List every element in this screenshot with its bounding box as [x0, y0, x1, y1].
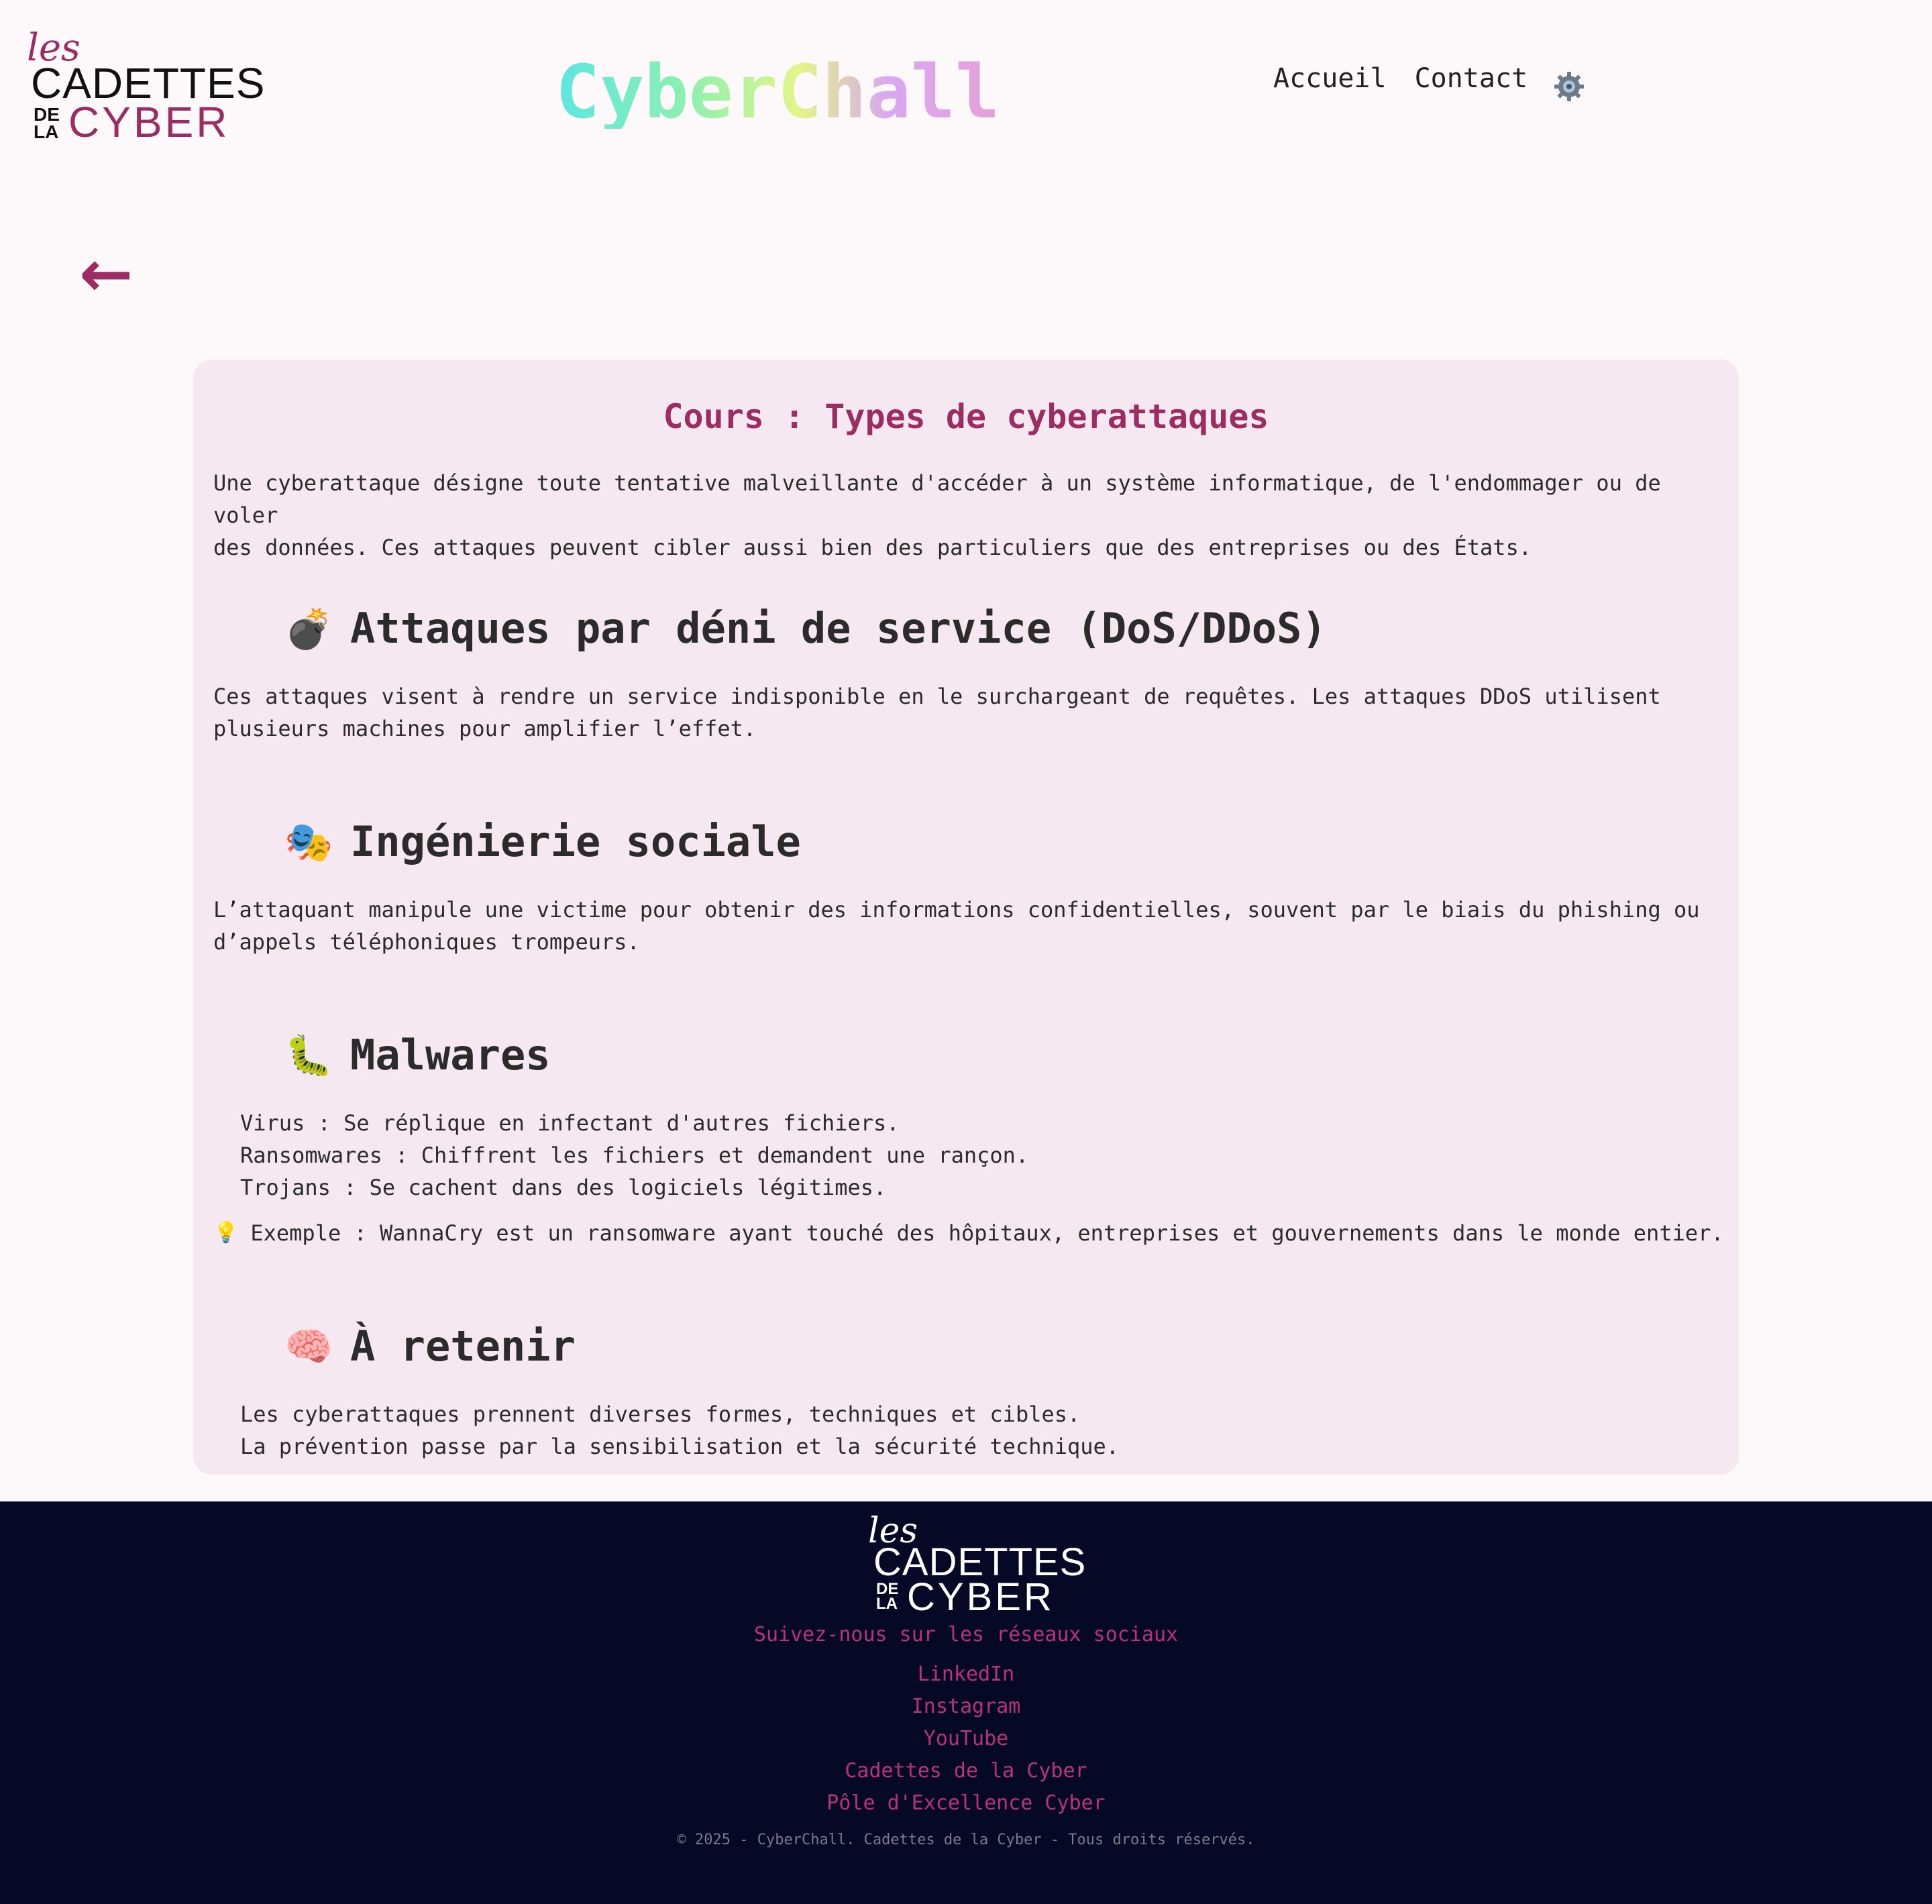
section-heading-dos: 💣 Attaques par déni de service (DoS/DDoS…: [284, 608, 1327, 649]
example-tip-text: Exemple : WannaCry est un ransomware aya…: [250, 1220, 1724, 1246]
logo-de-la-text: DE LA: [34, 105, 67, 142]
pole-excellence-link[interactable]: Pôle d'Excellence Cyber: [0, 1787, 1932, 1819]
course-title: Cours : Types de cyberattaques: [663, 397, 1269, 436]
example-tip: 💡 Exemple : WannaCry est un ransomware a…: [213, 1217, 1724, 1249]
course-intro: Une cyberattaque désigne toute tentative…: [213, 467, 1716, 564]
instagram-link[interactable]: Instagram: [0, 1691, 1932, 1723]
list-item: Virus : Se réplique en infectant d'autre…: [240, 1110, 900, 1136]
youtube-link[interactable]: YouTube: [0, 1723, 1932, 1755]
section-line: Ces attaques visent à rendre un service …: [213, 684, 1661, 709]
logo-cyber-text: CYBER: [68, 98, 230, 146]
bomb-icon: 💣: [284, 606, 333, 651]
back-arrow-icon[interactable]: ←: [79, 242, 133, 306]
remember-list: Les cyberattaques prennent diverses form…: [240, 1398, 1119, 1463]
intro-line-1: Une cyberattaque désigne toute tentative…: [213, 470, 1661, 528]
nav-contact-link[interactable]: Contact: [1415, 63, 1528, 94]
section-line: d’appels téléphoniques trompeurs.: [213, 929, 640, 955]
list-item: Les cyberattaques prennent diverses form…: [240, 1401, 1081, 1427]
footer-logo-cyber: CYBER: [907, 1575, 1055, 1619]
intro-line-2: des données. Ces attaques peuvent cibler…: [213, 535, 1532, 560]
section-heading-remember: 🧠 À retenir: [284, 1326, 576, 1367]
copyright-text: © 2025 - CyberChall. Cadettes de la Cybe…: [677, 1832, 1255, 1848]
site-header: les CADETTES DE LA CYBER CyberChall Accue…: [0, 0, 1932, 174]
section-text-dos: Ces attaques visent à rendre un service …: [213, 680, 1716, 745]
gear-icon[interactable]: [1552, 70, 1586, 103]
theater-masks-icon: 🎭: [284, 819, 333, 865]
footer-logo-de-la: DE LA: [876, 1581, 906, 1613]
logo-la: LA: [34, 121, 59, 142]
section-heading-text: Ingénierie sociale: [350, 817, 801, 866]
social-links: LinkedIn Instagram YouTube Cadettes de l…: [0, 1658, 1932, 1819]
list-item: Trojans : Se cachent dans des logiciels …: [240, 1175, 887, 1200]
cadettes-logo[interactable]: les CADETTES DE LA CYBER: [25, 30, 264, 146]
section-heading-text: Malwares: [350, 1030, 551, 1079]
footer-logo-la: LA: [876, 1595, 898, 1613]
section-line: L’attaquant manipule une victime pour ob…: [213, 897, 1700, 922]
brain-icon: 🧠: [284, 1324, 333, 1369]
section-line: plusieurs machines pour amplifier l’effe…: [213, 716, 757, 741]
section-heading-social-engineering: 🎭 Ingénierie sociale: [284, 821, 801, 863]
lightbulb-icon: 💡: [213, 1221, 239, 1245]
section-heading-malwares: 🐛 Malwares: [284, 1035, 551, 1076]
section-heading-text: À retenir: [350, 1322, 576, 1371]
section-text-social-engineering: L’attaquant manipule une victime pour ob…: [213, 894, 1716, 958]
bug-icon: 🐛: [284, 1033, 333, 1078]
follow-us-text: Suivez-nous sur les réseaux sociaux: [753, 1623, 1179, 1646]
list-item: La prévention passe par la sensibilisati…: [240, 1434, 1120, 1459]
footer-logo: les CADETTES DE LA CYBER: [868, 1514, 1085, 1619]
cadettes-link[interactable]: Cadettes de la Cyber: [0, 1755, 1932, 1787]
linkedin-link[interactable]: LinkedIn: [0, 1658, 1932, 1691]
site-title: CyberChall: [555, 49, 1000, 135]
malware-list: Virus : Se réplique en infectant d'autre…: [240, 1107, 1028, 1204]
nav-accueil-link[interactable]: Accueil: [1273, 63, 1387, 94]
section-heading-text: Attaques par déni de service (DoS/DDoS): [350, 604, 1327, 653]
list-item: Ransomwares : Chiffrent les fichiers et …: [240, 1143, 1029, 1168]
main-nav: Accueil Contact: [1273, 63, 1527, 94]
